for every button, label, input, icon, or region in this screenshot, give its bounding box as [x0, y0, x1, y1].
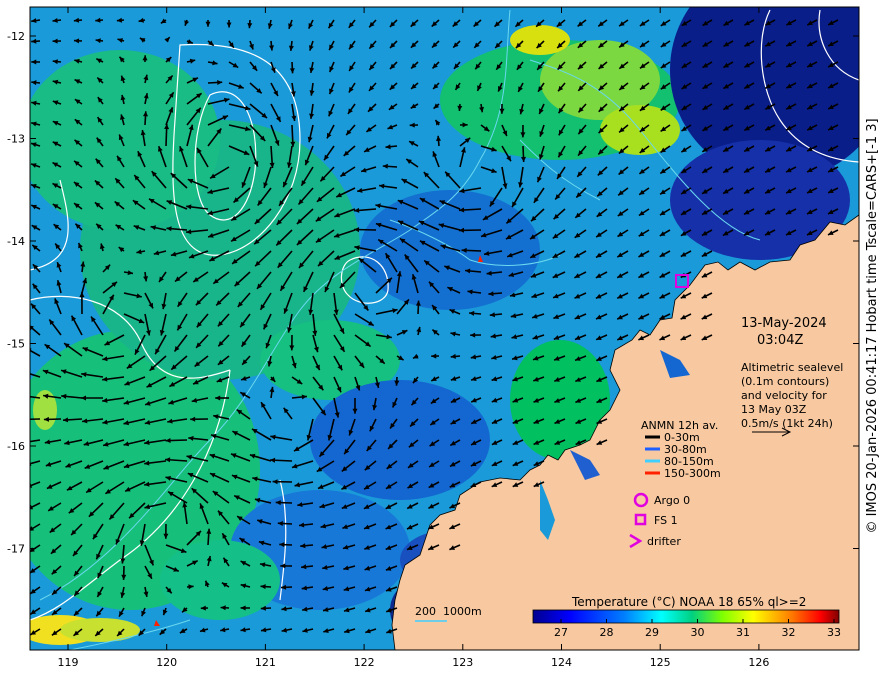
lat-tick-label: -17 [7, 543, 25, 556]
colorbar-gradient [532, 609, 840, 624]
info-line-3: and velocity for [741, 389, 827, 402]
lon-tick-label: 121 [255, 656, 276, 669]
platform-label-drifter: drifter [647, 535, 681, 548]
lon-tick-label: 124 [551, 656, 572, 669]
colorbar-tick-label: 31 [736, 626, 750, 639]
velocity-arrowhead [25, 417, 30, 422]
platform-label-argo: Argo 0 [654, 494, 690, 507]
info-line-5: 0.5m/s (1kt 24h) [741, 417, 833, 430]
info-line-2: (0.1m contours) [741, 375, 829, 388]
lon-tick-label: 120 [156, 656, 177, 669]
colorbar-tick-label: 33 [827, 626, 841, 639]
colorbar-tick-label: 30 [691, 626, 705, 639]
lon-tick-label: 122 [354, 656, 375, 669]
info-line-1: Altimetric sealevel [741, 361, 843, 374]
platform-label-fs: FS 1 [654, 514, 678, 527]
depth-label-3: 150-300m [664, 467, 721, 480]
lat-tick-label: -16 [7, 440, 25, 453]
colorbar-tick-label: 28 [600, 626, 614, 639]
copyright-caption: © IMOS 20-Jan-2026 00:41:17 Hobart time … [865, 118, 880, 534]
colorbar-tick-label: 32 [782, 626, 796, 639]
info-date: 13-May-2024 [741, 316, 827, 331]
velocity-arrowhead [30, 371, 31, 372]
info-line-4: 13 May 03Z [741, 403, 807, 416]
bathymetry-label: 200 1000m [415, 605, 482, 618]
lat-tick-label: -12 [7, 30, 25, 43]
lon-tick-label: 126 [748, 656, 769, 669]
lon-tick-label: 125 [650, 656, 671, 669]
info-time: 03:04Z [757, 333, 803, 348]
lon-tick-label: 119 [58, 656, 79, 669]
lat-tick-label: -14 [7, 235, 25, 248]
lon-tick-label: 123 [452, 656, 473, 669]
colorbar-title: Temperature (°C) NOAA 18 65% ql>=2 [571, 595, 806, 609]
colorbar-tick-label: 27 [554, 626, 568, 639]
lat-tick-label: -15 [7, 338, 25, 351]
velocity-arrowhead [24, 394, 29, 399]
colorbar-tick-label: 29 [645, 626, 659, 639]
lat-tick-label: -13 [7, 133, 25, 146]
